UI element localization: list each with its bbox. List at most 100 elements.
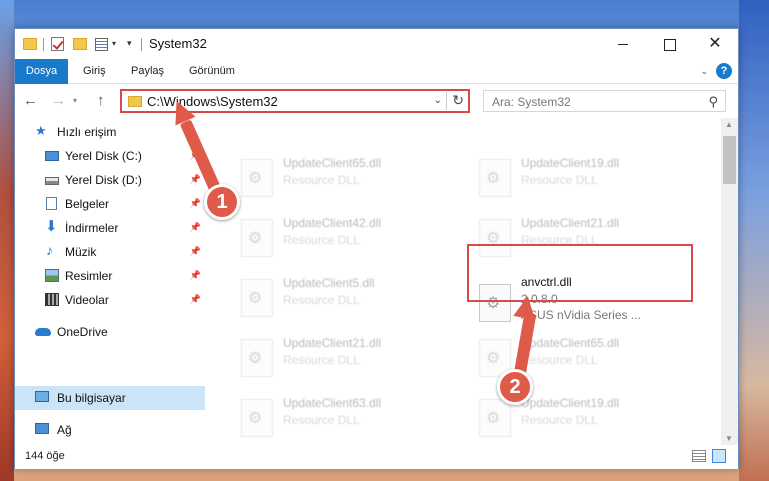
search-icon[interactable]: ⚲ [708,94,718,110]
sidebar-item-label: Yerel Disk (D:) [65,173,142,187]
chevron-down-icon[interactable]: ⌄ [700,66,708,77]
file-name: UpdateClient19.dll [521,396,620,410]
customize-toolbar-icon[interactable]: ▾ [127,38,132,54]
tab-file[interactable]: Dosya [15,59,68,84]
download-icon: ⬇ [45,218,58,235]
navigation-pane: ★ Hızlı erişim Yerel Disk (C:) 📌 Yerel D… [15,118,205,445]
properties-list-icon[interactable] [95,38,108,51]
scroll-down-icon[interactable]: ▼ [725,434,733,443]
pin-icon[interactable]: 📌 [190,246,201,257]
disk-icon [45,151,59,161]
search-input[interactable]: Ara: System32 ⚲ [483,90,726,112]
file-description: Resource DLL [283,353,360,367]
file-name: UpdateClient42.dll [283,216,382,230]
address-divider [446,92,447,110]
properties-dropdown-icon[interactable]: ▾ [112,39,116,55]
file-item[interactable]: UpdateClient21.dll Resource DLL [231,333,461,379]
forward-arrow-icon[interactable]: → [51,92,66,109]
pictures-icon [45,269,59,282]
scrollbar-thumb[interactable] [723,136,736,184]
sidebar-item-label: Resimler [65,269,113,283]
file-item[interactable]: UpdateClient63.dll Resource DLL [231,393,461,439]
maximize-button[interactable] [646,29,692,59]
file-item[interactable]: UpdateClient65.dll Resource DLL [231,153,461,199]
up-arrow-icon[interactable]: ↑ [97,92,105,109]
recent-locations-icon[interactable]: ▾ [73,96,77,105]
music-icon: ♪ [46,242,53,258]
navigation-bar: ← → ▾ ↑ C:\Windows\System32 ⌄ ↻ Ara: Sys… [15,84,738,118]
sidebar-item-videos[interactable]: Videolar 📌 [15,288,205,312]
pin-icon[interactable]: 📌 [190,222,201,233]
file-item[interactable]: UpdateClient5.dll Resource DLL [231,273,461,319]
file-item[interactable]: UpdateClient19.dll Resource DLL [469,153,699,199]
disk-icon [45,177,59,185]
sidebar-item-downloads[interactable]: ⬇ İndirmeler 📌 [15,216,205,240]
pin-icon[interactable]: 📌 [190,198,201,209]
help-icon[interactable]: ? [716,63,732,79]
minimize-button[interactable] [600,29,646,59]
properties-check-icon[interactable] [51,37,64,51]
back-arrow-icon[interactable]: ← [23,92,38,109]
sidebar-item-label: Videolar [65,293,109,307]
file-name: UpdateClient63.dll [283,396,382,410]
dll-file-icon [241,279,273,317]
sidebar-item-label: Belgeler [65,197,110,211]
annotation-arrowhead-2 [513,294,539,320]
tab-view[interactable]: Görünüm [179,59,245,84]
dll-file-icon [479,159,511,197]
computer-icon [35,391,49,402]
sidebar-item-local-disk-d[interactable]: Yerel Disk (D:) 📌 [15,168,205,192]
dll-file-icon [241,399,273,437]
sidebar-item-label: Hızlı erişim [57,125,117,139]
tab-share[interactable]: Paylaş [121,59,174,84]
star-icon: ★ [35,123,47,138]
status-bar: 144 öğe [15,445,738,469]
documents-icon [46,197,57,210]
file-name: UpdateClient65.dll [521,336,620,350]
details-view-icon[interactable] [692,450,706,462]
dll-file-icon [241,159,273,197]
sidebar-item-onedrive[interactable]: OneDrive [15,320,205,344]
sidebar-item-network[interactable]: Ağ [15,418,205,442]
folder-icon [128,96,142,107]
sidebar-item-label: Ağ [57,423,72,437]
file-highlight-box [467,244,693,302]
dll-file-icon [479,399,511,437]
new-folder-icon[interactable] [73,38,87,50]
annotation-step-1: 1 [204,184,240,220]
large-icons-view-icon[interactable] [712,449,726,463]
file-name: UpdateClient65.dll [283,156,382,170]
vertical-scrollbar[interactable]: ▲ ▼ [721,118,738,445]
search-placeholder: Ara: System32 [492,95,571,109]
sidebar-item-this-pc[interactable]: Bu bilgisayar [15,386,205,410]
title-bar: ▾ ▾ System32 ✕ [15,29,738,59]
sidebar-item-label: İndirmeler [65,221,119,235]
scroll-up-icon[interactable]: ▲ [725,120,733,129]
file-item[interactable]: UpdateClient42.dll Resource DLL [231,213,461,259]
file-name: UpdateClient21.dll [283,336,382,350]
dll-file-icon [241,219,273,257]
refresh-icon[interactable]: ↻ [452,92,464,109]
file-description: Resource DLL [283,413,360,427]
sidebar-item-music[interactable]: ♪ Müzik 📌 [15,240,205,264]
sidebar-item-pictures[interactable]: Resimler 📌 [15,264,205,288]
window-title: System32 [149,36,207,51]
chevron-down-icon[interactable]: ⌄ [434,95,442,106]
annotation-step-2: 2 [497,369,533,405]
tab-home[interactable]: Giriş [73,59,116,84]
sidebar-item-local-disk-c[interactable]: Yerel Disk (C:) 📌 [15,144,205,168]
pin-icon[interactable]: 📌 [190,294,201,305]
folder-icon [23,38,37,50]
pin-icon[interactable]: 📌 [190,270,201,281]
toolbar-divider [43,38,44,51]
file-name: UpdateClient21.dll [521,216,620,230]
network-icon [35,423,49,434]
cloud-icon [35,328,51,336]
sidebar-item-label: Bu bilgisayar [57,391,126,405]
videos-icon [45,293,59,306]
pin-icon[interactable]: 📌 [190,174,201,185]
file-description: ASUS nVidia Series ... [521,308,641,322]
sidebar-item-documents[interactable]: Belgeler 📌 [15,192,205,216]
close-button[interactable]: ✕ [692,29,738,59]
ribbon-tabs: Dosya Giriş Paylaş Görünüm ⌄ ? [15,59,738,84]
